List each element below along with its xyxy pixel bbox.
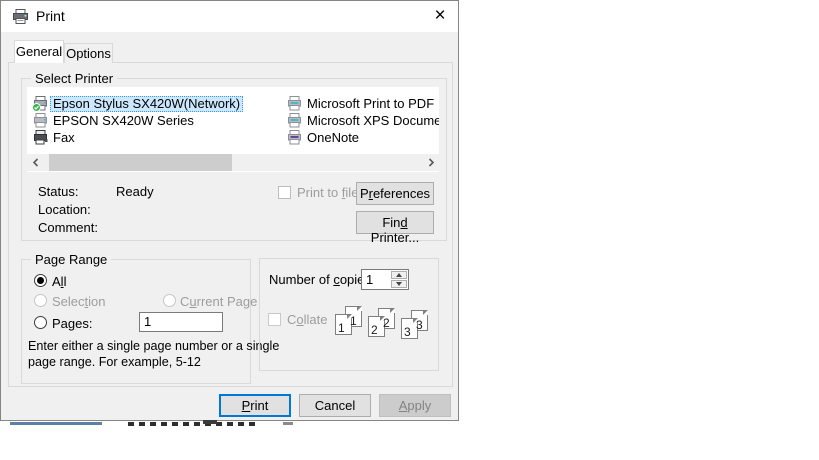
copies-spinner xyxy=(391,271,407,288)
fax-printer-icon xyxy=(32,130,49,146)
printer-name: Epson Stylus SX420W(Network) xyxy=(50,96,243,112)
page-range-group-label: Page Range xyxy=(31,252,111,267)
tab-general[interactable]: General xyxy=(14,40,64,63)
printer-item-xps[interactable]: Microsoft XPS Documen xyxy=(286,112,439,129)
collate-label: Collate xyxy=(287,312,327,327)
pages-input[interactable]: 1 xyxy=(139,312,223,332)
comment-label: Comment: xyxy=(38,220,98,235)
collate-pages-icon: 1 1 xyxy=(335,306,363,346)
radio-all-label[interactable]: All xyxy=(52,274,66,289)
location-label: Location: xyxy=(38,202,91,217)
title-bar[interactable]: Print × xyxy=(1,1,458,32)
radio-current-page-label: Current Page xyxy=(180,294,257,309)
background-artifact xyxy=(203,420,217,424)
pdf-printer-icon xyxy=(286,96,303,112)
print-to-file-label: Print to file xyxy=(297,185,358,200)
find-printer-button[interactable]: Find Printer... xyxy=(356,211,434,234)
collate-pages-icon: 2 2 xyxy=(368,308,396,348)
printer-list-hscrollbar[interactable] xyxy=(27,154,439,171)
spin-down-icon[interactable] xyxy=(391,280,407,288)
onenote-printer-icon xyxy=(286,130,303,146)
preferences-button[interactable]: Preferences xyxy=(356,182,434,205)
status-value: Ready xyxy=(116,184,154,199)
printer-item-onenote[interactable]: OneNote xyxy=(286,129,362,146)
radio-pages-label[interactable]: Pages: xyxy=(52,316,92,331)
printer-name: OneNote xyxy=(304,130,362,146)
printer-item-epson-series[interactable]: EPSON SX420W Series xyxy=(32,112,197,129)
status-label: Status: xyxy=(38,184,78,199)
printer-network-ready-icon xyxy=(32,96,49,112)
scroll-left-icon[interactable] xyxy=(27,154,44,171)
radio-all[interactable] xyxy=(34,274,47,287)
collate-checkbox[interactable] xyxy=(268,313,281,326)
printer-name: Microsoft XPS Documen xyxy=(304,113,439,129)
scrollbar-thumb[interactable] xyxy=(49,154,232,171)
page-range-hint-line1: Enter either a single page number or a s… xyxy=(28,338,279,354)
radio-current-page[interactable] xyxy=(163,294,176,307)
background-artifact xyxy=(10,422,102,425)
cancel-button[interactable]: Cancel xyxy=(299,394,371,417)
apply-button[interactable]: Apply xyxy=(379,394,451,417)
window-title: Print xyxy=(36,8,65,24)
printer-item-pdf[interactable]: Microsoft Print to PDF xyxy=(286,95,437,112)
printer-name: Microsoft Print to PDF xyxy=(304,96,437,112)
printer-name: Fax xyxy=(50,130,78,146)
printer-title-icon xyxy=(12,8,29,25)
select-printer-group-label: Select Printer xyxy=(31,71,117,86)
spin-up-icon[interactable] xyxy=(391,271,407,279)
tab-options[interactable]: Options xyxy=(64,43,113,63)
background-artifact xyxy=(283,422,293,425)
copies-spinbox[interactable]: 1 xyxy=(361,269,409,290)
printer-item-fax[interactable]: Fax xyxy=(32,129,78,146)
print-dialog: Print × General Options Select Printer E… xyxy=(0,0,459,421)
close-icon[interactable]: × xyxy=(422,1,458,31)
radio-pages[interactable] xyxy=(34,316,47,329)
radio-selection[interactable] xyxy=(34,294,47,307)
radio-selection-label: Selection xyxy=(52,294,106,309)
page-range-hint-line2: page range. For example, 5-12 xyxy=(28,354,201,370)
print-to-file-checkbox[interactable] xyxy=(278,186,291,199)
xps-printer-icon xyxy=(286,113,303,129)
background-artifact xyxy=(128,422,258,426)
printer-item-epson-network[interactable]: Epson Stylus SX420W(Network) xyxy=(32,95,243,112)
collate-pages-icon: 3 3 xyxy=(401,310,429,350)
print-button[interactable]: Print xyxy=(219,394,291,417)
printer-icon xyxy=(32,113,49,129)
number-of-copies-label: Number of copies: xyxy=(269,272,375,287)
copies-value[interactable]: 1 xyxy=(366,272,373,287)
scroll-right-icon[interactable] xyxy=(422,154,439,171)
printer-name: EPSON SX420W Series xyxy=(50,113,197,129)
